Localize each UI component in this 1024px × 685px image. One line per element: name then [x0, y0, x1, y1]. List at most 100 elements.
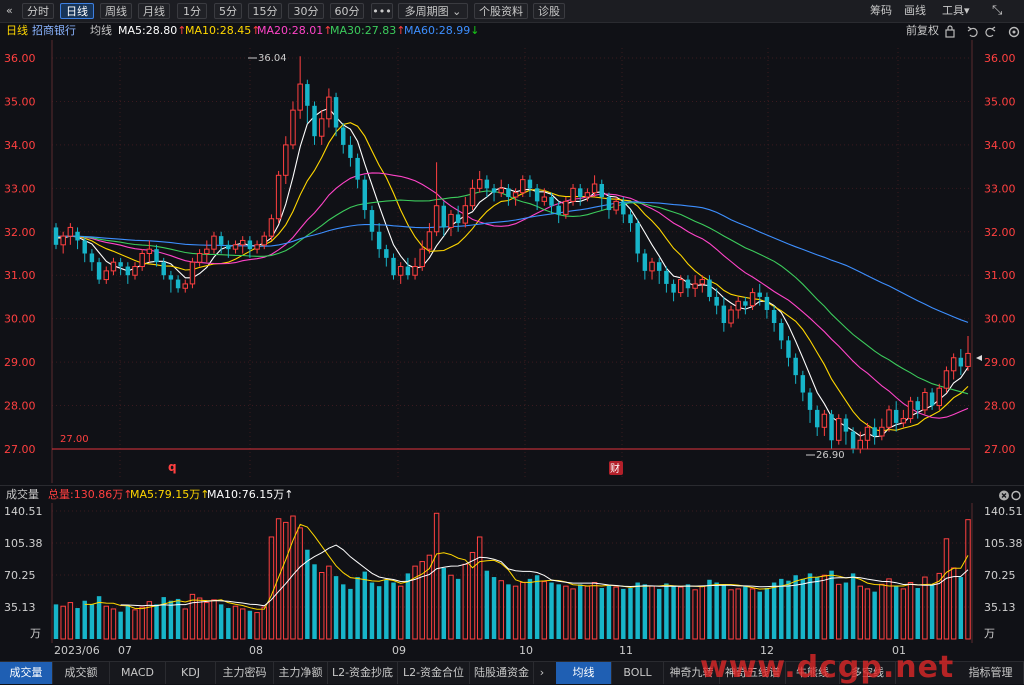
candle[interactable]: [75, 227, 80, 250]
volume-chart[interactable]: 140.51 140.51 105.38 105.38 70.25 70.25 35.13 3…: [0, 503, 1024, 643]
candle[interactable]: [793, 353, 798, 384]
tools-menu[interactable]: 工具▾: [942, 3, 970, 19]
candle[interactable]: [96, 257, 102, 284]
candle[interactable]: [642, 249, 648, 280]
candle[interactable]: [692, 275, 698, 297]
candle[interactable]: [893, 401, 899, 432]
candle[interactable]: [577, 183, 583, 206]
candle[interactable]: [836, 414, 842, 445]
candle[interactable]: [305, 79, 310, 124]
adjust-dropdown[interactable]: 前复权: [906, 22, 939, 40]
overlay-tab-1[interactable]: BOLL: [612, 662, 664, 684]
candle[interactable]: [369, 205, 375, 241]
candle[interactable]: [254, 240, 260, 254]
candle[interactable]: [635, 218, 640, 263]
period-button-9[interactable]: •••: [371, 3, 393, 19]
candle[interactable]: [958, 349, 964, 376]
candle[interactable]: [728, 305, 734, 328]
candle[interactable]: [829, 409, 834, 449]
lock-icon[interactable]: [945, 25, 955, 38]
indicator-tab-0[interactable]: 成交量: [0, 662, 53, 684]
candle[interactable]: [462, 197, 469, 228]
candle[interactable]: [685, 275, 691, 297]
period-button-6[interactable]: 15分: [248, 3, 282, 19]
candle[interactable]: [900, 409, 907, 428]
period-button-0[interactable]: 分时: [22, 3, 54, 19]
candle[interactable]: [154, 244, 159, 267]
candle[interactable]: [168, 270, 174, 293]
candle[interactable]: [146, 240, 153, 263]
event-marker-q[interactable]: q: [168, 460, 177, 474]
candle[interactable]: [204, 240, 210, 263]
candle[interactable]: [649, 257, 655, 280]
overlay-tab-6[interactable]: 指标管理: [958, 662, 1024, 684]
candle[interactable]: [384, 244, 389, 267]
candle[interactable]: [915, 396, 920, 419]
period-button-10[interactable]: 多周期图 ⌄: [398, 3, 468, 19]
candle[interactable]: [656, 257, 662, 284]
expand-icon[interactable]: ⤡: [992, 3, 1002, 19]
candle[interactable]: [412, 257, 418, 280]
candle[interactable]: [800, 370, 806, 402]
undo-icon[interactable]: [967, 26, 978, 38]
candle[interactable]: [275, 170, 282, 224]
indicator-tab-3[interactable]: KDJ: [166, 662, 216, 684]
period-button-8[interactable]: 60分: [330, 3, 364, 19]
candle[interactable]: [843, 414, 849, 445]
candle[interactable]: [484, 175, 490, 198]
candle[interactable]: [211, 231, 217, 254]
period-button-2[interactable]: 周线: [100, 3, 132, 19]
period-button-11[interactable]: 个股资料: [474, 3, 528, 19]
candle[interactable]: [943, 366, 950, 393]
candle[interactable]: [355, 153, 360, 189]
period-button-5[interactable]: 5分: [214, 3, 242, 19]
candle[interactable]: [743, 296, 748, 315]
candle[interactable]: [132, 262, 138, 280]
candle[interactable]: [821, 409, 828, 436]
avg-line-label[interactable]: 均线: [90, 22, 112, 40]
candle[interactable]: [182, 279, 188, 293]
candle[interactable]: [907, 396, 914, 423]
candle[interactable]: [498, 179, 504, 198]
indicator-tab-8[interactable]: 陆股通资金: [470, 662, 534, 684]
candle[interactable]: [671, 279, 676, 302]
candle[interactable]: [139, 249, 145, 271]
candle[interactable]: [807, 388, 813, 423]
candle[interactable]: [872, 418, 877, 445]
candle[interactable]: [297, 56, 303, 119]
stock-name[interactable]: 招商银行: [32, 22, 76, 40]
period-button-3[interactable]: 月线: [138, 3, 170, 19]
candle[interactable]: [189, 257, 196, 289]
candle[interactable]: [341, 123, 346, 154]
candle[interactable]: [441, 201, 447, 237]
candle[interactable]: [312, 101, 317, 145]
scroll-right-icon[interactable]: ›: [534, 662, 550, 684]
candle[interactable]: [247, 236, 253, 258]
candle[interactable]: [196, 249, 203, 267]
candle[interactable]: [879, 418, 885, 441]
candle[interactable]: [397, 262, 404, 284]
chips-button[interactable]: 筹码: [870, 3, 892, 19]
candle[interactable]: [318, 110, 325, 145]
candle[interactable]: [965, 336, 971, 371]
candle[interactable]: [67, 223, 74, 245]
candle[interactable]: [936, 383, 943, 410]
candle[interactable]: [175, 275, 181, 293]
draw-line-button[interactable]: 画线: [904, 3, 926, 19]
candle[interactable]: [771, 305, 777, 332]
candle[interactable]: [53, 223, 59, 250]
candle[interactable]: [628, 210, 633, 232]
candle[interactable]: [326, 88, 332, 128]
indicator-tab-7[interactable]: L2-资金合位: [398, 662, 470, 684]
candle[interactable]: [283, 136, 289, 184]
candle[interactable]: [290, 101, 296, 150]
settings-icon[interactable]: [1008, 26, 1020, 38]
period-button-4[interactable]: 1分: [177, 3, 207, 19]
candle[interactable]: [779, 318, 784, 350]
candle[interactable]: [707, 275, 712, 302]
indicator-tab-2[interactable]: MACD: [110, 662, 166, 684]
period-button-12[interactable]: 诊股: [533, 3, 565, 19]
period-button-7[interactable]: 30分: [288, 3, 324, 19]
candle[interactable]: [376, 223, 382, 258]
indicator-tab-6[interactable]: L2-资金抄底: [328, 662, 398, 684]
